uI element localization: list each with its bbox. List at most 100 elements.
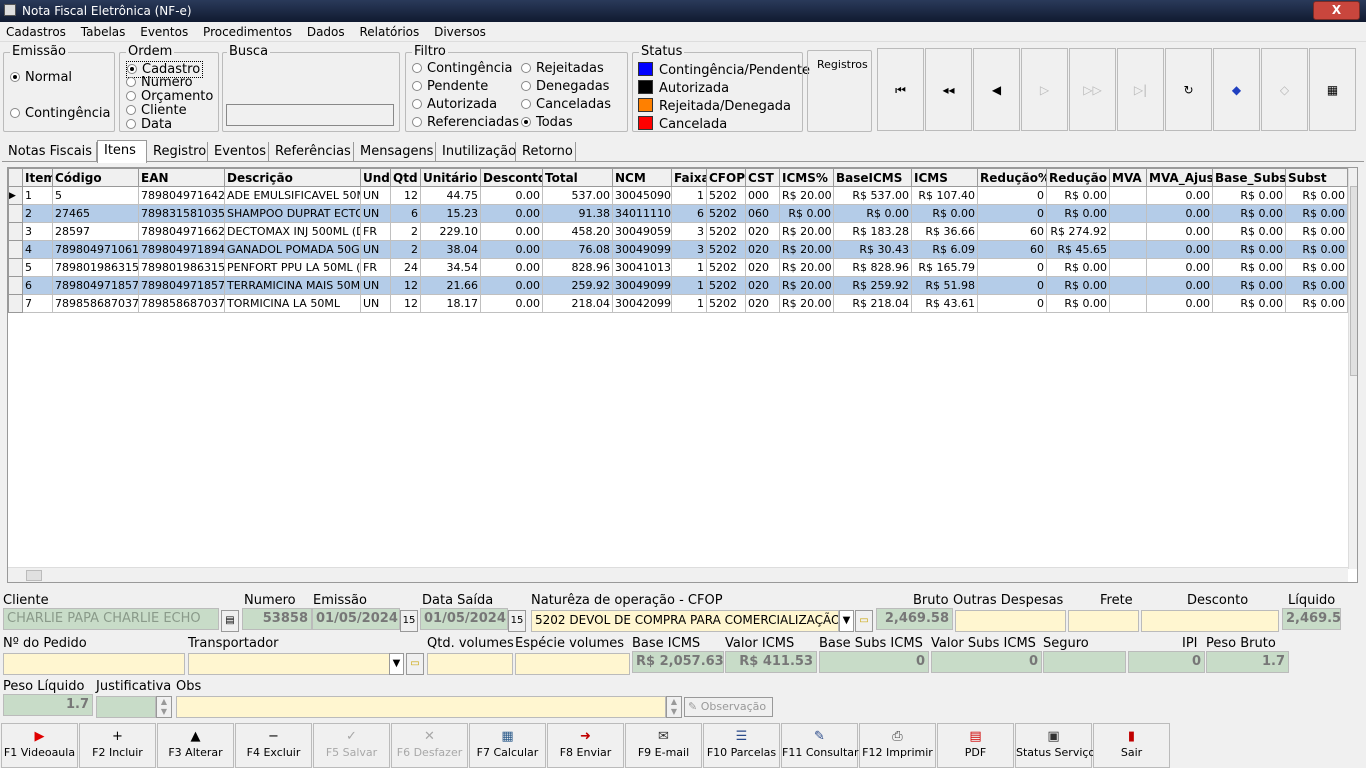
items-grid[interactable]: ItemCódigoEANDescriçãoUndQtdUnitárioDesc… <box>7 167 1358 583</box>
table-cell[interactable] <box>1109 240 1147 259</box>
table-cell[interactable]: R$ 20.00 <box>779 276 834 295</box>
current-row-indicator[interactable]: ▶ <box>8 186 23 205</box>
column-header[interactable]: Desconto <box>480 168 543 187</box>
table-cell[interactable]: R$ 30.43 <box>833 240 912 259</box>
table-cell[interactable]: 0.00 <box>480 204 543 223</box>
table-cell[interactable]: 12 <box>390 276 421 295</box>
f3-alterar-button[interactable]: ▲ F3 Alterar <box>157 723 234 768</box>
ordem-data-radio[interactable]: Data <box>126 117 172 132</box>
table-cell[interactable]: R$ 0.00 <box>1285 204 1348 223</box>
filtro-referenciadas-radio[interactable]: Referenciadas <box>412 115 519 130</box>
table-cell[interactable]: 2 <box>390 240 421 259</box>
tab-itens[interactable]: Itens <box>97 140 147 163</box>
valor-subs-icms-field[interactable]: 0 <box>931 651 1042 673</box>
row-indicator[interactable] <box>8 276 23 295</box>
ordem-numero-radio[interactable]: Numero <box>126 75 193 90</box>
base-icms-field[interactable]: R$ 2,057.63 <box>632 651 724 673</box>
busca-input[interactable] <box>226 104 394 126</box>
table-cell[interactable]: 12 <box>390 294 421 313</box>
emissao-normal-radio[interactable]: Normal <box>10 70 72 85</box>
table-cell[interactable]: 0 <box>977 186 1047 205</box>
especie-volumes-field[interactable] <box>515 653 630 675</box>
table-cell[interactable]: 020 <box>745 294 780 313</box>
table-cell[interactable]: R$ 6.09 <box>911 240 978 259</box>
table-cell[interactable]: R$ 0.00 <box>1046 186 1110 205</box>
table-cell[interactable]: 30049099 <box>612 240 672 259</box>
desconto-field[interactable] <box>1141 610 1279 632</box>
numero-field[interactable]: 53858 <box>242 608 312 630</box>
table-cell[interactable]: 0.00 <box>480 276 543 295</box>
column-header[interactable]: Und <box>360 168 391 187</box>
table-cell[interactable]: 0.00 <box>480 294 543 313</box>
nav-fast-forward-button[interactable]: ▷▷ <box>1069 48 1116 131</box>
tab-inutilizacao[interactable]: Inutilização <box>436 142 516 162</box>
filtro-todas-radio[interactable]: Todas <box>521 115 573 130</box>
table-cell[interactable]: 218.04 <box>542 294 613 313</box>
justificativa-spinner[interactable]: ▲ ▼ <box>156 696 172 718</box>
table-cell[interactable]: 0.00 <box>1146 222 1213 241</box>
table-row[interactable]: 2 27465 7898315810352 SHAMPOO DUPRAT ECTO UN… <box>8 204 1348 223</box>
vertical-scrollbar[interactable] <box>1348 168 1357 569</box>
nav-next-button[interactable]: ▷ <box>1021 48 1068 131</box>
table-cell[interactable]: R$ 20.00 <box>779 240 834 259</box>
transportador-folder-button[interactable]: ▭ <box>406 653 424 675</box>
table-cell[interactable]: 3 <box>22 222 53 241</box>
column-header[interactable]: BaseICMS <box>833 168 912 187</box>
liquido-field[interactable]: 2,469.58 <box>1282 608 1341 630</box>
table-cell[interactable]: 30045090 <box>612 186 672 205</box>
table-cell[interactable]: 4 <box>22 240 53 259</box>
table-cell[interactable]: 5202 <box>706 294 746 313</box>
table-cell[interactable]: R$ 0.00 <box>1046 294 1110 313</box>
table-cell[interactable]: R$ 0.00 <box>833 204 912 223</box>
table-cell[interactable]: 5 <box>52 186 139 205</box>
table-cell[interactable]: 6 <box>671 204 707 223</box>
table-cell[interactable]: R$ 36.66 <box>911 222 978 241</box>
table-cell[interactable]: FR <box>360 258 391 277</box>
scroll-thumb[interactable] <box>1350 186 1357 376</box>
table-cell[interactable]: 2 <box>22 204 53 223</box>
table-cell[interactable]: R$ 43.61 <box>911 294 978 313</box>
nav-rewind-button[interactable]: ◂◂ <box>925 48 972 131</box>
table-cell[interactable]: ADE EMULSIFICAVEL 50M <box>224 186 361 205</box>
ordem-orcamento-radio[interactable]: Orçamento <box>126 89 213 104</box>
f4-excluir-button[interactable]: − F4 Excluir <box>235 723 312 768</box>
cliente-field[interactable]: CHARLIE PAPA CHARLIE ECHO <box>3 608 219 630</box>
table-cell[interactable]: 30049099 <box>612 276 672 295</box>
table-cell[interactable]: 7898586870376 <box>52 294 139 313</box>
scroll-thumb[interactable] <box>26 570 42 581</box>
table-cell[interactable]: 0 <box>977 276 1047 295</box>
table-cell[interactable]: 5202 <box>706 204 746 223</box>
tab-mensagens[interactable]: Mensagens <box>354 142 436 162</box>
table-cell[interactable]: 0.00 <box>1146 258 1213 277</box>
tab-registro[interactable]: Registro <box>147 142 208 162</box>
table-cell[interactable]: R$ 20.00 <box>779 186 834 205</box>
f11-consultar-button[interactable]: ✎ F11 Consultar <box>781 723 859 768</box>
close-button[interactable]: X <box>1313 1 1360 20</box>
table-cell[interactable]: 0.00 <box>1146 186 1213 205</box>
f2-incluir-button[interactable]: + F2 Incluir <box>79 723 156 768</box>
table-cell[interactable]: TORMICINA LA 50ML <box>224 294 361 313</box>
table-cell[interactable] <box>1109 258 1147 277</box>
table-cell[interactable]: DECTOMAX INJ 500ML (DO <box>224 222 361 241</box>
table-cell[interactable]: R$ 51.98 <box>911 276 978 295</box>
table-cell[interactable]: SHAMPOO DUPRAT ECTO <box>224 204 361 223</box>
peso-liquido-field[interactable]: 1.7 <box>3 694 93 716</box>
pedido-field[interactable] <box>3 653 185 675</box>
seguro-field[interactable] <box>1043 651 1126 673</box>
table-row[interactable]: 4 789804971061 7898049718948 GANADOL POMADA… <box>8 240 1348 259</box>
table-cell[interactable]: R$ 107.40 <box>911 186 978 205</box>
table-cell[interactable]: 6 <box>390 204 421 223</box>
cliente-lookup-button[interactable]: ▤ <box>221 610 239 632</box>
table-cell[interactable]: 0.00 <box>480 258 543 277</box>
table-cell[interactable]: 259.92 <box>542 276 613 295</box>
table-cell[interactable]: 15.23 <box>420 204 481 223</box>
table-row[interactable]: 6 7898049718573 7898049718573 TERRAMICINA M… <box>8 276 1348 295</box>
table-cell[interactable]: R$ 0.00 <box>1285 222 1348 241</box>
table-cell[interactable]: 60 <box>977 240 1047 259</box>
table-cell[interactable]: UN <box>360 294 391 313</box>
valor-icms-field[interactable]: R$ 411.53 <box>725 651 817 673</box>
menu-tabelas[interactable]: Tabelas <box>75 22 131 39</box>
status-servi-o-button[interactable]: ▣ Status Serviço <box>1015 723 1095 768</box>
table-cell[interactable] <box>1109 294 1147 313</box>
table-cell[interactable]: 1 <box>671 294 707 313</box>
